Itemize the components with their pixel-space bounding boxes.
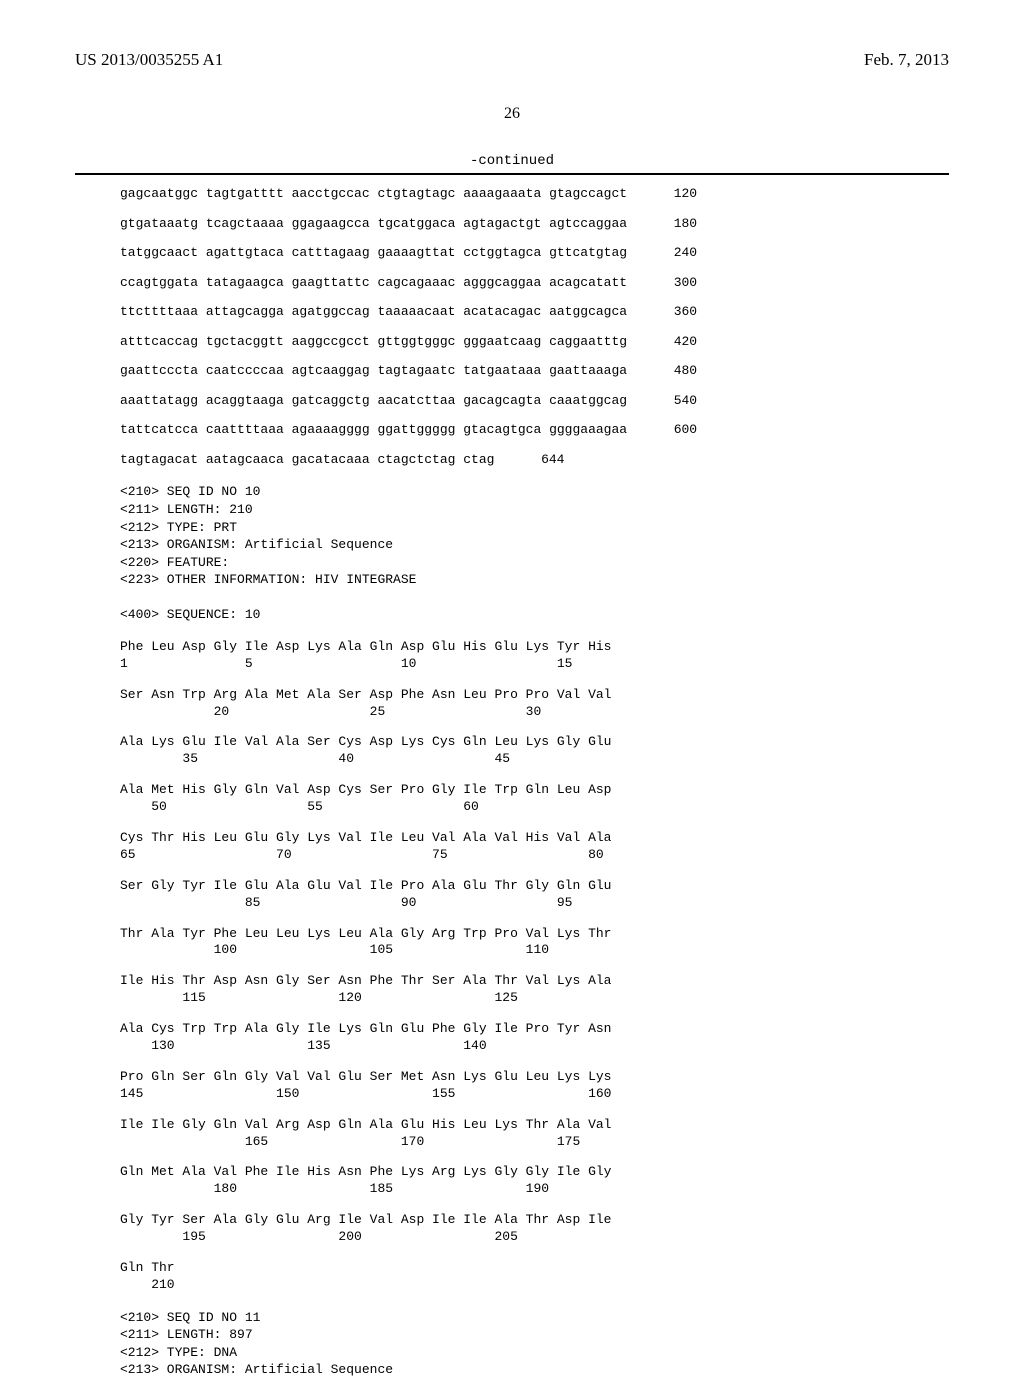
publication-number: US 2013/0035255 A1 <box>75 50 223 70</box>
protein-row: Ala Cys Trp Trp Ala Gly Ile Lys Gln Glu … <box>120 1021 949 1055</box>
dna-position-number: 420 <box>647 333 697 351</box>
dna-position-number: 600 <box>647 421 697 439</box>
protein-position-line: 115 120 125 <box>120 990 949 1007</box>
dna-position-number: 300 <box>647 274 697 292</box>
publication-date: Feb. 7, 2013 <box>864 50 949 70</box>
protein-position-line: 100 105 110 <box>120 942 949 959</box>
dna-line: tagtagacat aatagcaaca gacatacaaa ctagctc… <box>120 451 949 469</box>
dna-line: tatggcaact agattgtaca catttagaag gaaaagt… <box>120 244 949 262</box>
protein-position-line: 195 200 205 <box>120 1229 949 1246</box>
protein-aa-line: Thr Ala Tyr Phe Leu Leu Lys Leu Ala Gly … <box>120 926 949 943</box>
dna-line: ttcttttaaa attagcagga agatggccag taaaaac… <box>120 303 949 321</box>
dna-line: gagcaatggc tagtgatttt aacctgccac ctgtagt… <box>120 185 949 203</box>
protein-row: Phe Leu Asp Gly Ile Asp Lys Ala Gln Asp … <box>120 639 949 673</box>
protein-row: Cys Thr His Leu Glu Gly Lys Val Ile Leu … <box>120 830 949 864</box>
page-number: 26 <box>75 105 949 123</box>
protein-aa-line: Gly Tyr Ser Ala Gly Glu Arg Ile Val Asp … <box>120 1212 949 1229</box>
dna-sequence-text: atttcaccag tgctacggtt aaggccgcct gttggtg… <box>120 333 627 351</box>
protein-aa-line: Ala Cys Trp Trp Ala Gly Ile Lys Gln Glu … <box>120 1021 949 1038</box>
dna-position-number: 480 <box>647 362 697 380</box>
dna-line: gaattcccta caatccccaa agtcaaggag tagtaga… <box>120 362 949 380</box>
protein-position-line: 1 5 10 15 <box>120 656 949 673</box>
dna-line: ccagtggata tatagaagca gaagttattc cagcaga… <box>120 274 949 292</box>
protein-aa-line: Gln Thr <box>120 1260 949 1277</box>
protein-aa-line: Pro Gln Ser Gln Gly Val Val Glu Ser Met … <box>120 1069 949 1086</box>
page-header: US 2013/0035255 A1 Feb. 7, 2013 <box>75 50 949 70</box>
protein-aa-line: Ala Met His Gly Gln Val Asp Cys Ser Pro … <box>120 782 949 799</box>
protein-aa-line: Ile His Thr Asp Asn Gly Ser Asn Phe Thr … <box>120 973 949 990</box>
protein-aa-line: Ser Asn Trp Arg Ala Met Ala Ser Asp Phe … <box>120 687 949 704</box>
dna-sequence-text: tagtagacat aatagcaaca gacatacaaa ctagctc… <box>120 451 494 469</box>
protein-aa-line: Ser Gly Tyr Ile Glu Ala Glu Val Ile Pro … <box>120 878 949 895</box>
dna-line: aaattatagg acaggtaaga gatcaggctg aacatct… <box>120 392 949 410</box>
dna-sequence-block: gagcaatggc tagtgatttt aacctgccac ctgtagt… <box>120 185 949 468</box>
protein-position-line: 35 40 45 <box>120 751 949 768</box>
dna-sequence-text: ttcttttaaa attagcagga agatggccag taaaaac… <box>120 303 627 321</box>
protein-row: Gly Tyr Ser Ala Gly Glu Arg Ile Val Asp … <box>120 1212 949 1246</box>
dna-sequence-text: tattcatcca caattttaaa agaaaagggg ggattgg… <box>120 421 627 439</box>
seq10-meta-block: <210> SEQ ID NO 10 <211> LENGTH: 210 <21… <box>120 483 949 623</box>
protein-row: Ala Lys Glu Ile Val Ala Ser Cys Asp Lys … <box>120 734 949 768</box>
dna-line: gtgataaatg tcagctaaaa ggagaagcca tgcatgg… <box>120 215 949 233</box>
dna-line: atttcaccag tgctacggtt aaggccgcct gttggtg… <box>120 333 949 351</box>
protein-row: Thr Ala Tyr Phe Leu Leu Lys Leu Ala Gly … <box>120 926 949 960</box>
dna-position-number: 540 <box>647 392 697 410</box>
dna-sequence-text: gaattcccta caatccccaa agtcaaggag tagtaga… <box>120 362 627 380</box>
protein-position-line: 130 135 140 <box>120 1038 949 1055</box>
dna-position-number: 360 <box>647 303 697 321</box>
protein-row: Ser Asn Trp Arg Ala Met Ala Ser Asp Phe … <box>120 687 949 721</box>
dna-position-number: 120 <box>647 185 697 203</box>
protein-aa-line: Gln Met Ala Val Phe Ile His Asn Phe Lys … <box>120 1164 949 1181</box>
protein-position-line: 65 70 75 80 <box>120 847 949 864</box>
dna-sequence-text: ccagtggata tatagaagca gaagttattc cagcaga… <box>120 274 627 292</box>
protein-position-line: 180 185 190 <box>120 1181 949 1198</box>
dna-sequence-text: gagcaatggc tagtgatttt aacctgccac ctgtagt… <box>120 185 627 203</box>
protein-sequence-block: Phe Leu Asp Gly Ile Asp Lys Ala Gln Asp … <box>120 639 949 1294</box>
protein-row: Ala Met His Gly Gln Val Asp Cys Ser Pro … <box>120 782 949 816</box>
dna-position-number: 644 <box>514 451 564 469</box>
protein-position-line: 20 25 30 <box>120 704 949 721</box>
protein-position-line: 210 <box>120 1277 949 1294</box>
seq11-meta-block: <210> SEQ ID NO 11 <211> LENGTH: 897 <21… <box>120 1309 949 1379</box>
dna-line: tattcatcca caattttaaa agaaaagggg ggattgg… <box>120 421 949 439</box>
protein-row: Ile Ile Gly Gln Val Arg Asp Gln Ala Glu … <box>120 1117 949 1151</box>
protein-aa-line: Ala Lys Glu Ile Val Ala Ser Cys Asp Lys … <box>120 734 949 751</box>
protein-row: Pro Gln Ser Gln Gly Val Val Glu Ser Met … <box>120 1069 949 1103</box>
protein-row: Gln Thr 210 <box>120 1260 949 1294</box>
protein-position-line: 85 90 95 <box>120 895 949 912</box>
dna-position-number: 240 <box>647 244 697 262</box>
divider <box>75 173 949 175</box>
protein-aa-line: Cys Thr His Leu Glu Gly Lys Val Ile Leu … <box>120 830 949 847</box>
protein-aa-line: Phe Leu Asp Gly Ile Asp Lys Ala Gln Asp … <box>120 639 949 656</box>
dna-sequence-text: aaattatagg acaggtaaga gatcaggctg aacatct… <box>120 392 627 410</box>
dna-position-number: 180 <box>647 215 697 233</box>
protein-row: Ser Gly Tyr Ile Glu Ala Glu Val Ile Pro … <box>120 878 949 912</box>
continued-label: -continued <box>75 153 949 169</box>
dna-sequence-text: tatggcaact agattgtaca catttagaag gaaaagt… <box>120 244 627 262</box>
dna-sequence-text: gtgataaatg tcagctaaaa ggagaagcca tgcatgg… <box>120 215 627 233</box>
protein-row: Ile His Thr Asp Asn Gly Ser Asn Phe Thr … <box>120 973 949 1007</box>
protein-row: Gln Met Ala Val Phe Ile His Asn Phe Lys … <box>120 1164 949 1198</box>
protein-position-line: 165 170 175 <box>120 1134 949 1151</box>
protein-aa-line: Ile Ile Gly Gln Val Arg Asp Gln Ala Glu … <box>120 1117 949 1134</box>
protein-position-line: 50 55 60 <box>120 799 949 816</box>
protein-position-line: 145 150 155 160 <box>120 1086 949 1103</box>
